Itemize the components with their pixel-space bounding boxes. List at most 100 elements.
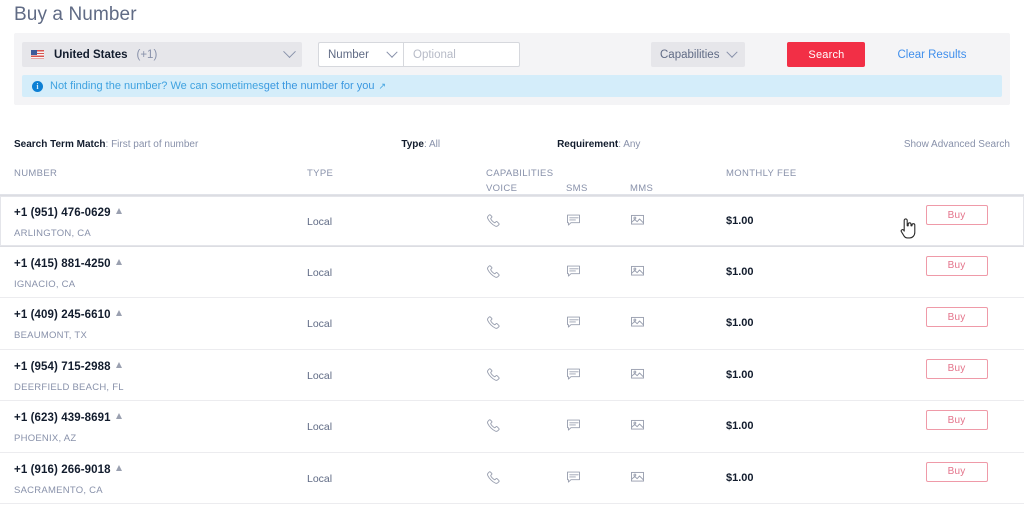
- filter-search-term-match: Search Term Match: First part of number: [14, 139, 198, 150]
- mms-capability-icon: [630, 213, 645, 228]
- clear-results-link[interactable]: Clear Results: [897, 49, 966, 61]
- phone-number-text: +1 (623) 439-8691: [14, 412, 111, 424]
- buy-a-number-page: Buy a Number United States (+1) Number C…: [0, 0, 1024, 513]
- mms-capability-icon: [630, 367, 645, 382]
- address-required-icon: [115, 208, 122, 214]
- show-advanced-search-link[interactable]: Show Advanced Search: [904, 139, 1010, 150]
- results-table: NUMBER TYPE CAPABILITIES MONTHLY FEE VOI…: [0, 160, 1024, 504]
- monthly-fee: $1.00: [726, 215, 754, 227]
- mms-capability-icon: [630, 418, 645, 433]
- phone-number: +1 (951) 476-0629: [14, 207, 122, 219]
- mms-capability-icon: [630, 315, 645, 330]
- info-banner-text: Not finding the number? We can sometimes: [50, 80, 264, 92]
- monthly-fee: $1.00: [726, 420, 754, 432]
- address-required-icon: [115, 258, 122, 265]
- filter-requirement-label: Requirement: [557, 138, 619, 150]
- number-location: IGNACIO, CA: [14, 278, 76, 290]
- search-term-input[interactable]: [403, 42, 520, 67]
- phone-number-text: +1 (415) 881-4250: [14, 257, 111, 270]
- table-body: +1 (951) 476-0629 ARLINGTON, CA Local $1.00…: [0, 195, 1024, 504]
- search-button[interactable]: Search: [787, 42, 866, 67]
- table-row[interactable]: +1 (415) 881-4250 IGNACIO, CA Local $1.00 Bu…: [0, 246, 1024, 298]
- phone-number-text: +1 (409) 245-6610: [14, 309, 111, 321]
- buy-cell: Buy: [889, 205, 1024, 225]
- number-location: SACRAMENTO, CA: [14, 484, 103, 496]
- monthly-fee: $1.00: [726, 368, 754, 381]
- buy-cell: Buy: [889, 410, 1024, 430]
- table-row[interactable]: +1 (623) 439-8691 PHOENIX, AZ Local $1.00 Bu…: [0, 401, 1024, 453]
- voice-capability-icon: [486, 470, 501, 485]
- number-location: DEERFIELD BEACH, FL: [14, 381, 124, 393]
- number-cell: +1 (916) 266-9018 SACRAMENTO, CA: [14, 464, 122, 496]
- info-circle-icon: i: [32, 80, 43, 92]
- us-flag-icon: [31, 50, 44, 59]
- address-required-icon: [115, 464, 122, 471]
- country-select[interactable]: United States (+1): [22, 42, 302, 67]
- number-cell: +1 (954) 715-2988 DEERFIELD BEACH, FL: [14, 361, 124, 393]
- sms-capability-icon: [566, 418, 581, 433]
- get-the-number-link[interactable]: get the number for you: [264, 80, 375, 92]
- search-type-select[interactable]: Number: [318, 42, 403, 67]
- number-cell: +1 (415) 881-4250 IGNACIO, CA: [14, 258, 122, 290]
- buy-button[interactable]: Buy: [925, 307, 988, 327]
- sms-capability-icon: [566, 367, 581, 382]
- number-cell: +1 (623) 439-8691 PHOENIX, AZ: [14, 412, 122, 444]
- number-type: Local: [307, 318, 333, 330]
- info-banner: i Not finding the number? We can sometim…: [22, 75, 1002, 97]
- address-required-icon: [115, 310, 122, 316]
- buy-button[interactable]: Buy: [925, 410, 988, 430]
- phone-number: +1 (409) 245-6610: [14, 309, 122, 321]
- filter-search-term-match-label: Search Term Match: [14, 138, 106, 150]
- column-header-voice: VOICE: [486, 183, 518, 194]
- phone-number: +1 (954) 715-2988: [14, 361, 124, 373]
- column-header-capabilities: CAPABILITIES: [486, 168, 554, 179]
- number-cell: +1 (409) 245-6610 BEAUMONT, TX: [14, 309, 122, 341]
- number-type: Local: [307, 421, 333, 433]
- voice-capability-icon: [486, 315, 501, 330]
- phone-number-text: +1 (954) 715-2988: [14, 360, 111, 373]
- filter-type: Type: All: [401, 139, 440, 150]
- search-type-label: Number: [328, 48, 369, 61]
- table-row[interactable]: +1 (951) 476-0629 ARLINGTON, CA Local $1.00…: [0, 195, 1024, 247]
- search-controls-row: United States (+1) Number Capabilities S…: [22, 42, 1002, 67]
- capabilities-filter-button[interactable]: Capabilities: [651, 42, 746, 67]
- sms-capability-icon: [566, 470, 581, 485]
- monthly-fee: $1.00: [726, 265, 754, 278]
- filter-summary-bar: Search Term Match: First part of number …: [0, 128, 1024, 160]
- mms-capability-icon: [630, 264, 645, 279]
- phone-number: +1 (623) 439-8691: [14, 412, 122, 424]
- number-type: Local: [307, 472, 333, 485]
- country-dial-code: (+1): [136, 48, 158, 61]
- phone-number-text: +1 (951) 476-0629: [14, 207, 111, 219]
- column-header-type: TYPE: [307, 168, 334, 179]
- capabilities-label: Capabilities: [660, 48, 720, 61]
- voice-capability-icon: [486, 213, 501, 228]
- page-title: Buy a Number: [14, 4, 137, 25]
- voice-capability-icon: [486, 367, 501, 382]
- voice-capability-icon: [486, 418, 501, 433]
- filter-type-value: : All: [423, 138, 441, 150]
- table-header-row: NUMBER TYPE CAPABILITIES MONTHLY FEE VOI…: [0, 160, 1024, 195]
- buy-button[interactable]: Buy: [925, 255, 988, 276]
- phone-number: +1 (916) 266-9018: [14, 464, 122, 476]
- number-location: ARLINGTON, CA: [14, 228, 91, 239]
- phone-number: +1 (415) 881-4250: [14, 258, 122, 270]
- table-row[interactable]: +1 (409) 245-6610 BEAUMONT, TX Local $1.00 B…: [0, 298, 1024, 350]
- table-row[interactable]: +1 (916) 266-9018 SACRAMENTO, CA Local $1.0…: [0, 452, 1024, 504]
- table-row[interactable]: +1 (954) 715-2988 DEERFIELD BEACH, FL Loca…: [0, 349, 1024, 401]
- buy-button[interactable]: Buy: [925, 358, 988, 379]
- column-header-monthly-fee: MONTHLY FEE: [726, 168, 797, 179]
- number-location: PHOENIX, AZ: [14, 433, 77, 444]
- buy-button[interactable]: Buy: [925, 461, 988, 482]
- mms-capability-icon: [630, 470, 645, 485]
- chevron-down-icon: [283, 45, 296, 59]
- country-name: United States: [54, 48, 128, 61]
- buy-cell: Buy: [889, 358, 1024, 379]
- number-type: Local: [307, 369, 333, 382]
- monthly-fee: $1.00: [726, 317, 754, 329]
- column-header-number: NUMBER: [14, 168, 58, 179]
- number-cell: +1 (951) 476-0629 ARLINGTON, CA: [14, 207, 122, 239]
- external-link-icon: ↗: [378, 80, 387, 91]
- buy-button[interactable]: Buy: [925, 205, 988, 225]
- buy-cell: Buy: [889, 255, 1024, 276]
